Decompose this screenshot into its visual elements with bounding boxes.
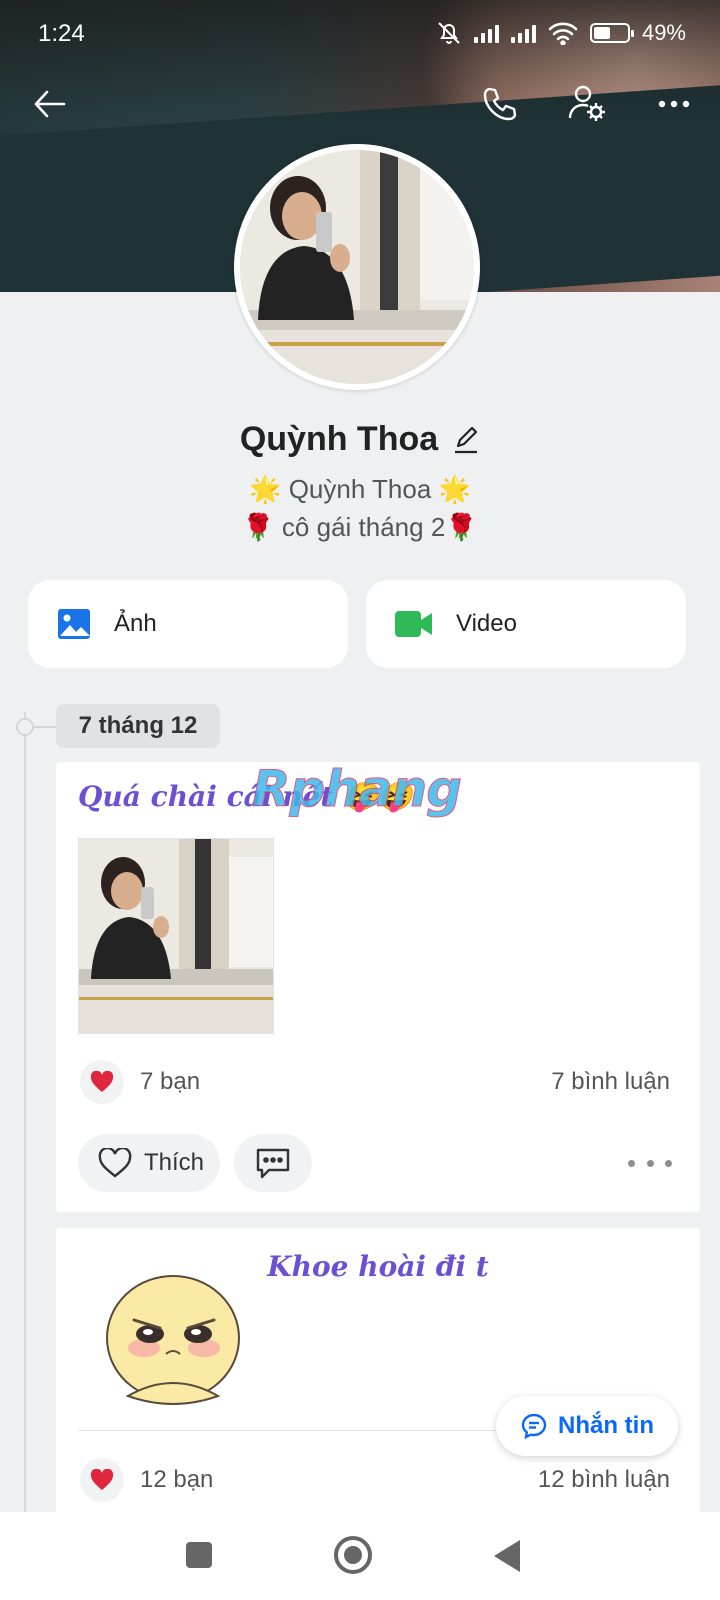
post-photo[interactable] bbox=[78, 838, 274, 1034]
profile-toolbar bbox=[0, 74, 720, 134]
edit-pencil-icon[interactable] bbox=[452, 426, 480, 454]
more-icon[interactable] bbox=[654, 84, 694, 124]
back-arrow-icon[interactable] bbox=[30, 84, 70, 124]
image-icon bbox=[58, 609, 90, 639]
user-settings-icon[interactable] bbox=[566, 82, 608, 124]
comment-count[interactable]: 7 bình luận bbox=[551, 1068, 670, 1096]
heart-icon bbox=[90, 1071, 114, 1092]
reaction-summary[interactable] bbox=[80, 1458, 124, 1502]
avatar-photo bbox=[240, 150, 474, 384]
video-camera-icon bbox=[395, 611, 432, 637]
back-triangle-icon[interactable] bbox=[494, 1540, 520, 1572]
home-icon[interactable] bbox=[334, 1536, 372, 1574]
post-card: Khoe hoài đi t 12 bạn 12 bình luận bbox=[56, 1228, 700, 1528]
signal-2-icon bbox=[510, 23, 536, 43]
battery-icon bbox=[589, 23, 634, 43]
recent-apps-icon[interactable] bbox=[186, 1542, 212, 1568]
comment-button[interactable] bbox=[234, 1134, 312, 1192]
post-card: Quá chài cái nết 😝😝 7 bạn 7 bình luận Th… bbox=[56, 762, 700, 1212]
profile-bio-line2: 🌹 cô gái tháng 2🌹 bbox=[242, 512, 478, 542]
status-bar: 1:24 49% bbox=[0, 0, 720, 64]
profile-name: Quỳnh Thoa bbox=[239, 420, 439, 458]
profile-avatar[interactable] bbox=[234, 144, 480, 390]
message-button[interactable]: Nhắn tin bbox=[496, 1396, 678, 1456]
timeline-line bbox=[24, 712, 26, 1512]
watermark-logo: Rphang bbox=[251, 760, 462, 819]
phone-icon[interactable] bbox=[480, 84, 520, 124]
message-icon bbox=[521, 1413, 547, 1440]
photos-button[interactable]: Ảnh bbox=[28, 580, 348, 668]
heart-icon bbox=[90, 1469, 114, 1490]
message-label: Nhắn tin bbox=[558, 1412, 654, 1439]
mute-bell-icon bbox=[438, 22, 460, 44]
reaction-count[interactable]: 12 bạn bbox=[140, 1466, 213, 1494]
signal-1-icon bbox=[473, 23, 499, 43]
videos-label: Video bbox=[456, 610, 517, 637]
heart-outline-icon bbox=[98, 1148, 132, 1178]
comment-icon bbox=[256, 1148, 290, 1179]
profile-bio-line1: 🌟 Quỳnh Thoa 🌟 bbox=[249, 474, 471, 504]
system-nav-bar bbox=[0, 1512, 720, 1600]
like-label: Thích bbox=[144, 1149, 205, 1176]
comment-count[interactable]: 12 bình luận bbox=[538, 1466, 670, 1494]
wifi-icon bbox=[548, 22, 578, 45]
timeline-dot bbox=[16, 718, 34, 736]
like-button[interactable]: Thích bbox=[78, 1134, 220, 1192]
chick-sticker[interactable] bbox=[98, 1268, 248, 1418]
status-time: 1:24 bbox=[38, 20, 85, 47]
post-more-button[interactable] bbox=[628, 1150, 672, 1176]
battery-percent: 49% bbox=[641, 20, 686, 45]
reaction-count[interactable]: 7 bạn bbox=[140, 1068, 200, 1096]
photos-label: Ảnh bbox=[114, 610, 157, 637]
timeline-date: 7 tháng 12 bbox=[56, 704, 220, 748]
reaction-summary[interactable] bbox=[80, 1060, 124, 1104]
videos-button[interactable]: Video bbox=[366, 580, 686, 668]
